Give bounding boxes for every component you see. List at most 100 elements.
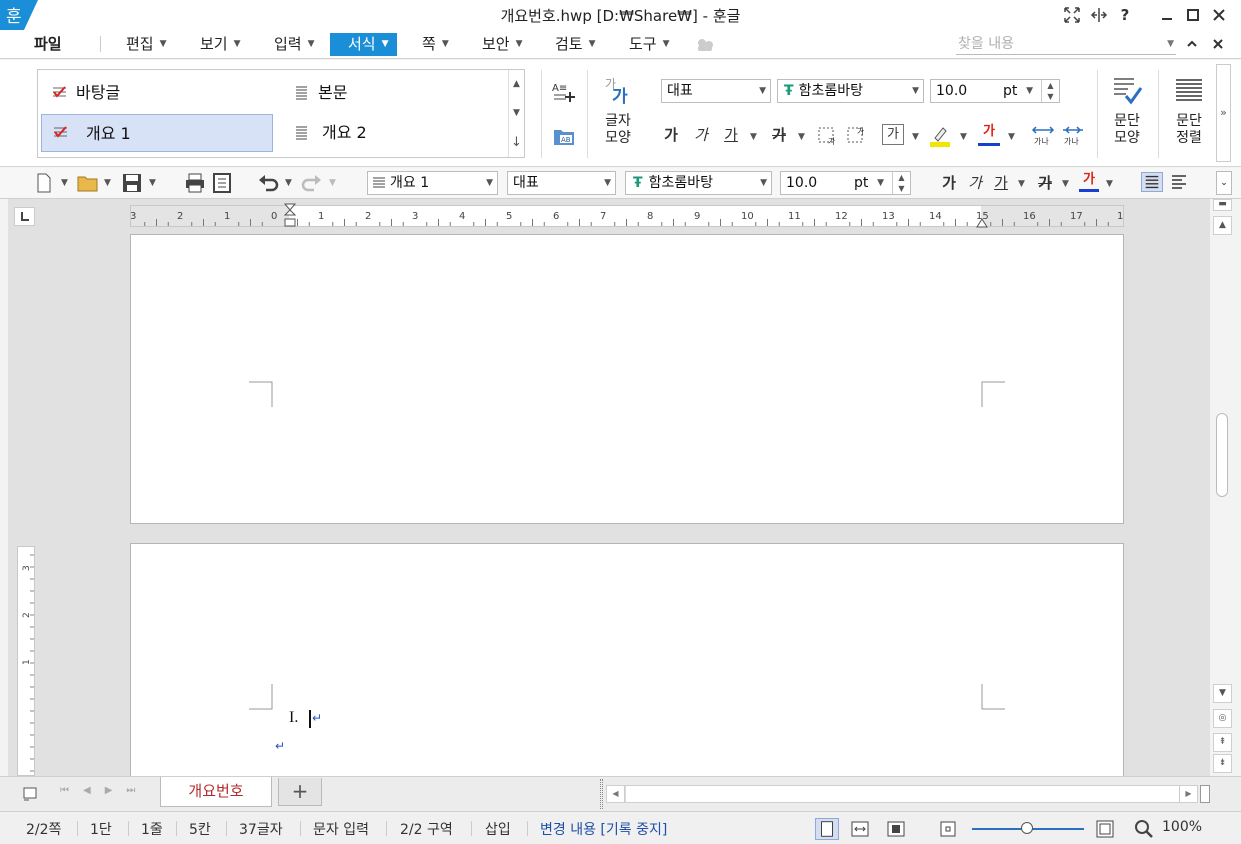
collapse-ribbon-icon[interactable] bbox=[1185, 37, 1199, 51]
font-size-combo-toolbar[interactable]: 10.0 pt ▼ ▲ ▼ bbox=[780, 171, 911, 195]
open-dropdown-icon[interactable]: ▼ bbox=[104, 178, 111, 188]
sheet-tab-active[interactable]: 개요번호 bbox=[160, 777, 272, 807]
status-input-mode[interactable]: 문자 입력 bbox=[313, 819, 369, 839]
bold-button-toolbar[interactable]: 가 bbox=[939, 171, 959, 195]
font-color-button-toolbar[interactable]: 가 bbox=[1079, 170, 1099, 192]
underline-dropdown-icon[interactable]: ▼ bbox=[750, 132, 757, 142]
page-1[interactable] bbox=[130, 234, 1124, 524]
minimize-icon[interactable] bbox=[1158, 6, 1176, 24]
preview-icon[interactable] bbox=[211, 173, 233, 193]
view-page-icon[interactable] bbox=[815, 818, 839, 840]
menu-tools[interactable]: 도구 ▼ bbox=[623, 33, 676, 56]
char-spacing-wide-icon[interactable]: 가나 bbox=[1061, 124, 1085, 146]
gallery-down-icon[interactable]: ▼ bbox=[509, 99, 524, 128]
style-combo[interactable]: 개요 1 ▼ bbox=[367, 171, 498, 195]
add-tab-button[interactable]: + bbox=[278, 778, 322, 806]
underline-button[interactable]: 가 bbox=[720, 123, 742, 147]
right-margin-marker-icon[interactable] bbox=[976, 218, 988, 228]
font-combo-toolbar[interactable]: Ŧ 함초롬바탕 ▼ bbox=[625, 171, 772, 195]
split-handle[interactable] bbox=[600, 779, 603, 809]
maximize-icon[interactable] bbox=[1184, 6, 1202, 24]
redo-dropdown-icon[interactable]: ▼ bbox=[329, 178, 336, 188]
close-icon[interactable] bbox=[1210, 6, 1228, 24]
new-document-icon[interactable] bbox=[33, 173, 55, 193]
hsplit-handle[interactable] bbox=[1200, 785, 1210, 803]
style-item-outline1[interactable]: 개요 1 bbox=[41, 114, 273, 152]
select-browse-icon[interactable]: ◎ bbox=[1213, 709, 1232, 728]
lang-combo-toolbar[interactable]: 대표 ▼ bbox=[507, 171, 616, 195]
highlight-pen-icon[interactable] bbox=[928, 124, 952, 148]
split-handle-icon[interactable]: ▬ bbox=[1213, 199, 1232, 211]
strike-dropdown-icon[interactable]: ▼ bbox=[798, 132, 805, 142]
vertical-ruler[interactable]: 321 bbox=[17, 546, 35, 776]
menu-insert[interactable]: 입력 ▼ bbox=[268, 33, 321, 56]
undo-dropdown-icon[interactable]: ▼ bbox=[285, 178, 292, 188]
hscroll-thumb[interactable] bbox=[626, 786, 1180, 802]
underline-button-toolbar[interactable]: 가 bbox=[991, 171, 1011, 195]
scroll-up-icon[interactable]: ▲ bbox=[1213, 216, 1232, 235]
scroll-left-icon[interactable]: ◀ bbox=[607, 786, 625, 802]
zoom-level[interactable]: 100% bbox=[1162, 819, 1202, 835]
zoom-in-icon[interactable] bbox=[1096, 820, 1114, 838]
align-justify-icon[interactable] bbox=[1141, 172, 1163, 192]
fullscreen-icon[interactable] bbox=[1063, 6, 1081, 24]
open-folder-icon[interactable] bbox=[77, 173, 99, 193]
horizontal-ruler[interactable]: 3210123456789101112131415161718 bbox=[130, 203, 1124, 228]
redo-icon[interactable] bbox=[301, 173, 323, 193]
gallery-up-icon[interactable]: ▲ bbox=[509, 70, 524, 99]
scroll-right-icon[interactable]: ▶ bbox=[1179, 786, 1197, 802]
gallery-scroll[interactable]: ▲ ▼ ↓ bbox=[508, 70, 524, 157]
font-color-dropdown-icon[interactable]: ▼ bbox=[1106, 179, 1113, 189]
zoom-slider-thumb[interactable] bbox=[1021, 822, 1033, 834]
toolbar-expand-icon[interactable]: ⌄ bbox=[1216, 171, 1232, 195]
strike-button[interactable]: 가 bbox=[768, 123, 790, 147]
font-color-dropdown-icon[interactable]: ▼ bbox=[1008, 132, 1015, 142]
tab-nav-icons[interactable]: ⏮◀▶⏭ bbox=[60, 785, 149, 796]
menu-format[interactable]: 서식 ▼ bbox=[330, 33, 397, 56]
status-track-changes[interactable]: 변경 내용 [기록 중지] bbox=[540, 819, 667, 839]
status-page[interactable]: 2/2쪽 bbox=[26, 819, 61, 839]
gallery-more-icon[interactable]: ↓ bbox=[509, 128, 524, 157]
bold-button[interactable]: 가 bbox=[660, 123, 682, 147]
view-full-icon[interactable] bbox=[886, 820, 906, 838]
lang-combo[interactable]: 대표 ▼ bbox=[661, 79, 771, 103]
help-icon[interactable]: ? bbox=[1116, 6, 1134, 24]
para-align-button[interactable]: 문단 정렬 bbox=[1165, 74, 1213, 147]
menu-view[interactable]: 보기 ▼ bbox=[194, 33, 247, 56]
size-spinner[interactable]: ▲ ▼ bbox=[1041, 80, 1059, 102]
sheet-view-icon[interactable] bbox=[22, 786, 38, 802]
style-folder-icon[interactable]: AB bbox=[552, 125, 576, 147]
strike-dropdown-icon[interactable]: ▼ bbox=[1062, 179, 1069, 189]
font-size-combo[interactable]: 10.0 pt ▼ ▲ ▼ bbox=[930, 79, 1060, 103]
search-input[interactable]: 찾을 내용 ▼ bbox=[956, 33, 1176, 55]
char-border-dropdown-icon[interactable]: ▼ bbox=[912, 132, 919, 142]
style-item-body[interactable]: 본문 bbox=[282, 74, 512, 112]
add-style-icon[interactable]: A≡ bbox=[552, 80, 576, 104]
menu-file[interactable]: 파일 bbox=[28, 33, 68, 56]
font-combo[interactable]: Ŧ 함초롬바탕 ▼ bbox=[777, 79, 924, 103]
menu-page[interactable]: 쪽 ▼ bbox=[416, 33, 455, 56]
zoom-out-icon[interactable] bbox=[940, 821, 956, 837]
online-icon[interactable] bbox=[694, 36, 716, 54]
save-dropdown-icon[interactable]: ▼ bbox=[149, 178, 156, 188]
align-left-icon[interactable] bbox=[1168, 172, 1190, 192]
char-spacing-narrow-icon[interactable]: 가나 bbox=[1031, 124, 1055, 146]
subscript-icon[interactable]: 가 bbox=[846, 126, 866, 146]
scroll-thumb[interactable] bbox=[1216, 413, 1228, 497]
print-icon[interactable] bbox=[184, 173, 206, 193]
ribbon-expand-icon[interactable]: » bbox=[1216, 64, 1231, 162]
superscript-icon[interactable]: 가 bbox=[817, 126, 837, 146]
magnifier-icon[interactable] bbox=[1134, 819, 1154, 839]
char-border-button[interactable]: 가 bbox=[882, 124, 904, 145]
vertical-scrollbar[interactable]: ▬ ▲ ▼ ◎ ⇞ ⇟ bbox=[1213, 199, 1233, 776]
save-icon[interactable] bbox=[121, 173, 143, 193]
undo-icon[interactable] bbox=[257, 173, 279, 193]
font-color-button[interactable]: 가 bbox=[978, 122, 1000, 146]
scroll-down-icon[interactable]: ▼ bbox=[1213, 684, 1232, 703]
menu-review[interactable]: 검토 ▼ bbox=[549, 33, 602, 56]
menu-security[interactable]: 보안 ▼ bbox=[476, 33, 529, 56]
strike-button-toolbar[interactable]: 가 bbox=[1035, 171, 1055, 195]
size-spinner-toolbar[interactable]: ▲ ▼ bbox=[892, 172, 910, 194]
menu-edit[interactable]: 편집 ▼ bbox=[120, 33, 173, 56]
next-page-icon[interactable]: ⇟ bbox=[1213, 754, 1232, 773]
